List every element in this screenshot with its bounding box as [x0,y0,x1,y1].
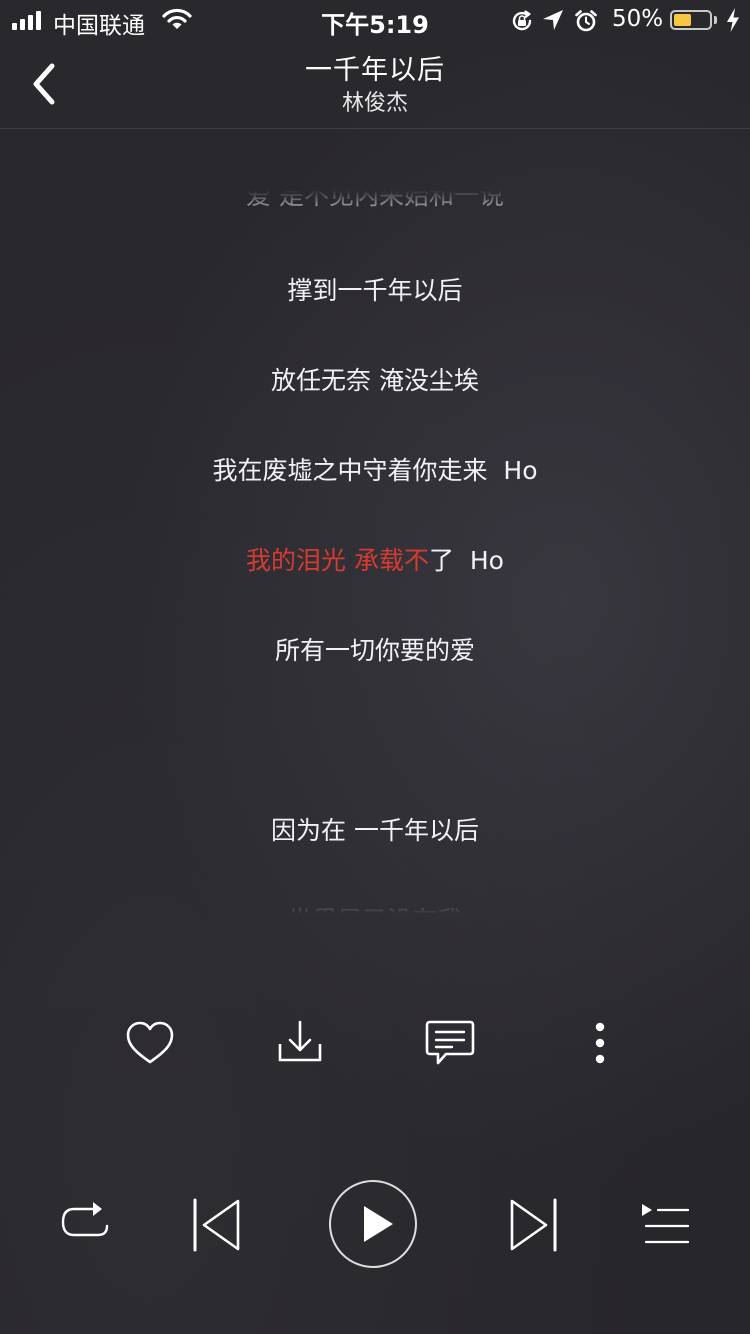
status-right-group: 50% [490,0,750,40]
current-lyric-line: 我的泪光 承载不了 Ho [0,545,750,577]
lyric-line: 放任无奈 淹没尘埃 [271,366,479,395]
download-icon [278,1020,322,1062]
artist-name[interactable]: 林俊杰 [0,85,750,117]
lyric-line: 因为在 一千年以后 [271,816,479,845]
more-icon [595,1022,605,1064]
more-button[interactable] [570,1010,630,1076]
navigation-bar: 一千年以后 林俊杰 [0,40,750,128]
battery-icon [670,10,712,30]
play-button[interactable] [329,1180,417,1268]
comment-button[interactable] [420,1010,480,1076]
lyric-line: 所有一切你要的爱 [274,636,475,665]
player-controls [0,1170,750,1282]
repeat-icon[interactable] [58,1198,112,1252]
location-arrow-icon [543,10,563,30]
action-row [0,1010,750,1080]
download-button[interactable] [270,1010,330,1076]
current-lyric-sung: 我的泪光 承载不 [246,546,429,575]
song-title: 一千年以后 [305,55,445,86]
next-icon[interactable] [504,1196,560,1254]
status-bar: 中国联通 下午5:19 50% [0,0,750,40]
lyric-line: 撑到一千年以后 [287,276,463,305]
lyric-line: 世界早已没有我 [0,905,750,914]
battery-percent: 50% [612,6,664,32]
battery-cap [714,16,717,24]
charging-bolt-icon [727,8,739,32]
alarm-icon [575,10,597,32]
playlist-icon[interactable] [640,1200,694,1250]
previous-icon[interactable] [190,1196,246,1254]
comment-icon [425,1020,475,1065]
nav-divider [0,128,750,129]
battery-level [674,14,691,26]
play-icon [364,1206,393,1242]
orientation-lock-icon [512,10,532,31]
like-button[interactable] [120,1010,180,1076]
current-lyric-rest: 了 Ho [428,546,504,575]
heart-icon [126,1021,174,1064]
lyric-line: 我在废墟之中守着你走来 Ho [212,456,538,485]
lyrics-view[interactable]: 爱 是不见内采始和一说 撑到一千年以后 放任无奈 淹没尘埃 我在废墟之中守着你走… [0,190,750,914]
lyric-line: 爱 是不见内采始和一说 [246,190,504,210]
